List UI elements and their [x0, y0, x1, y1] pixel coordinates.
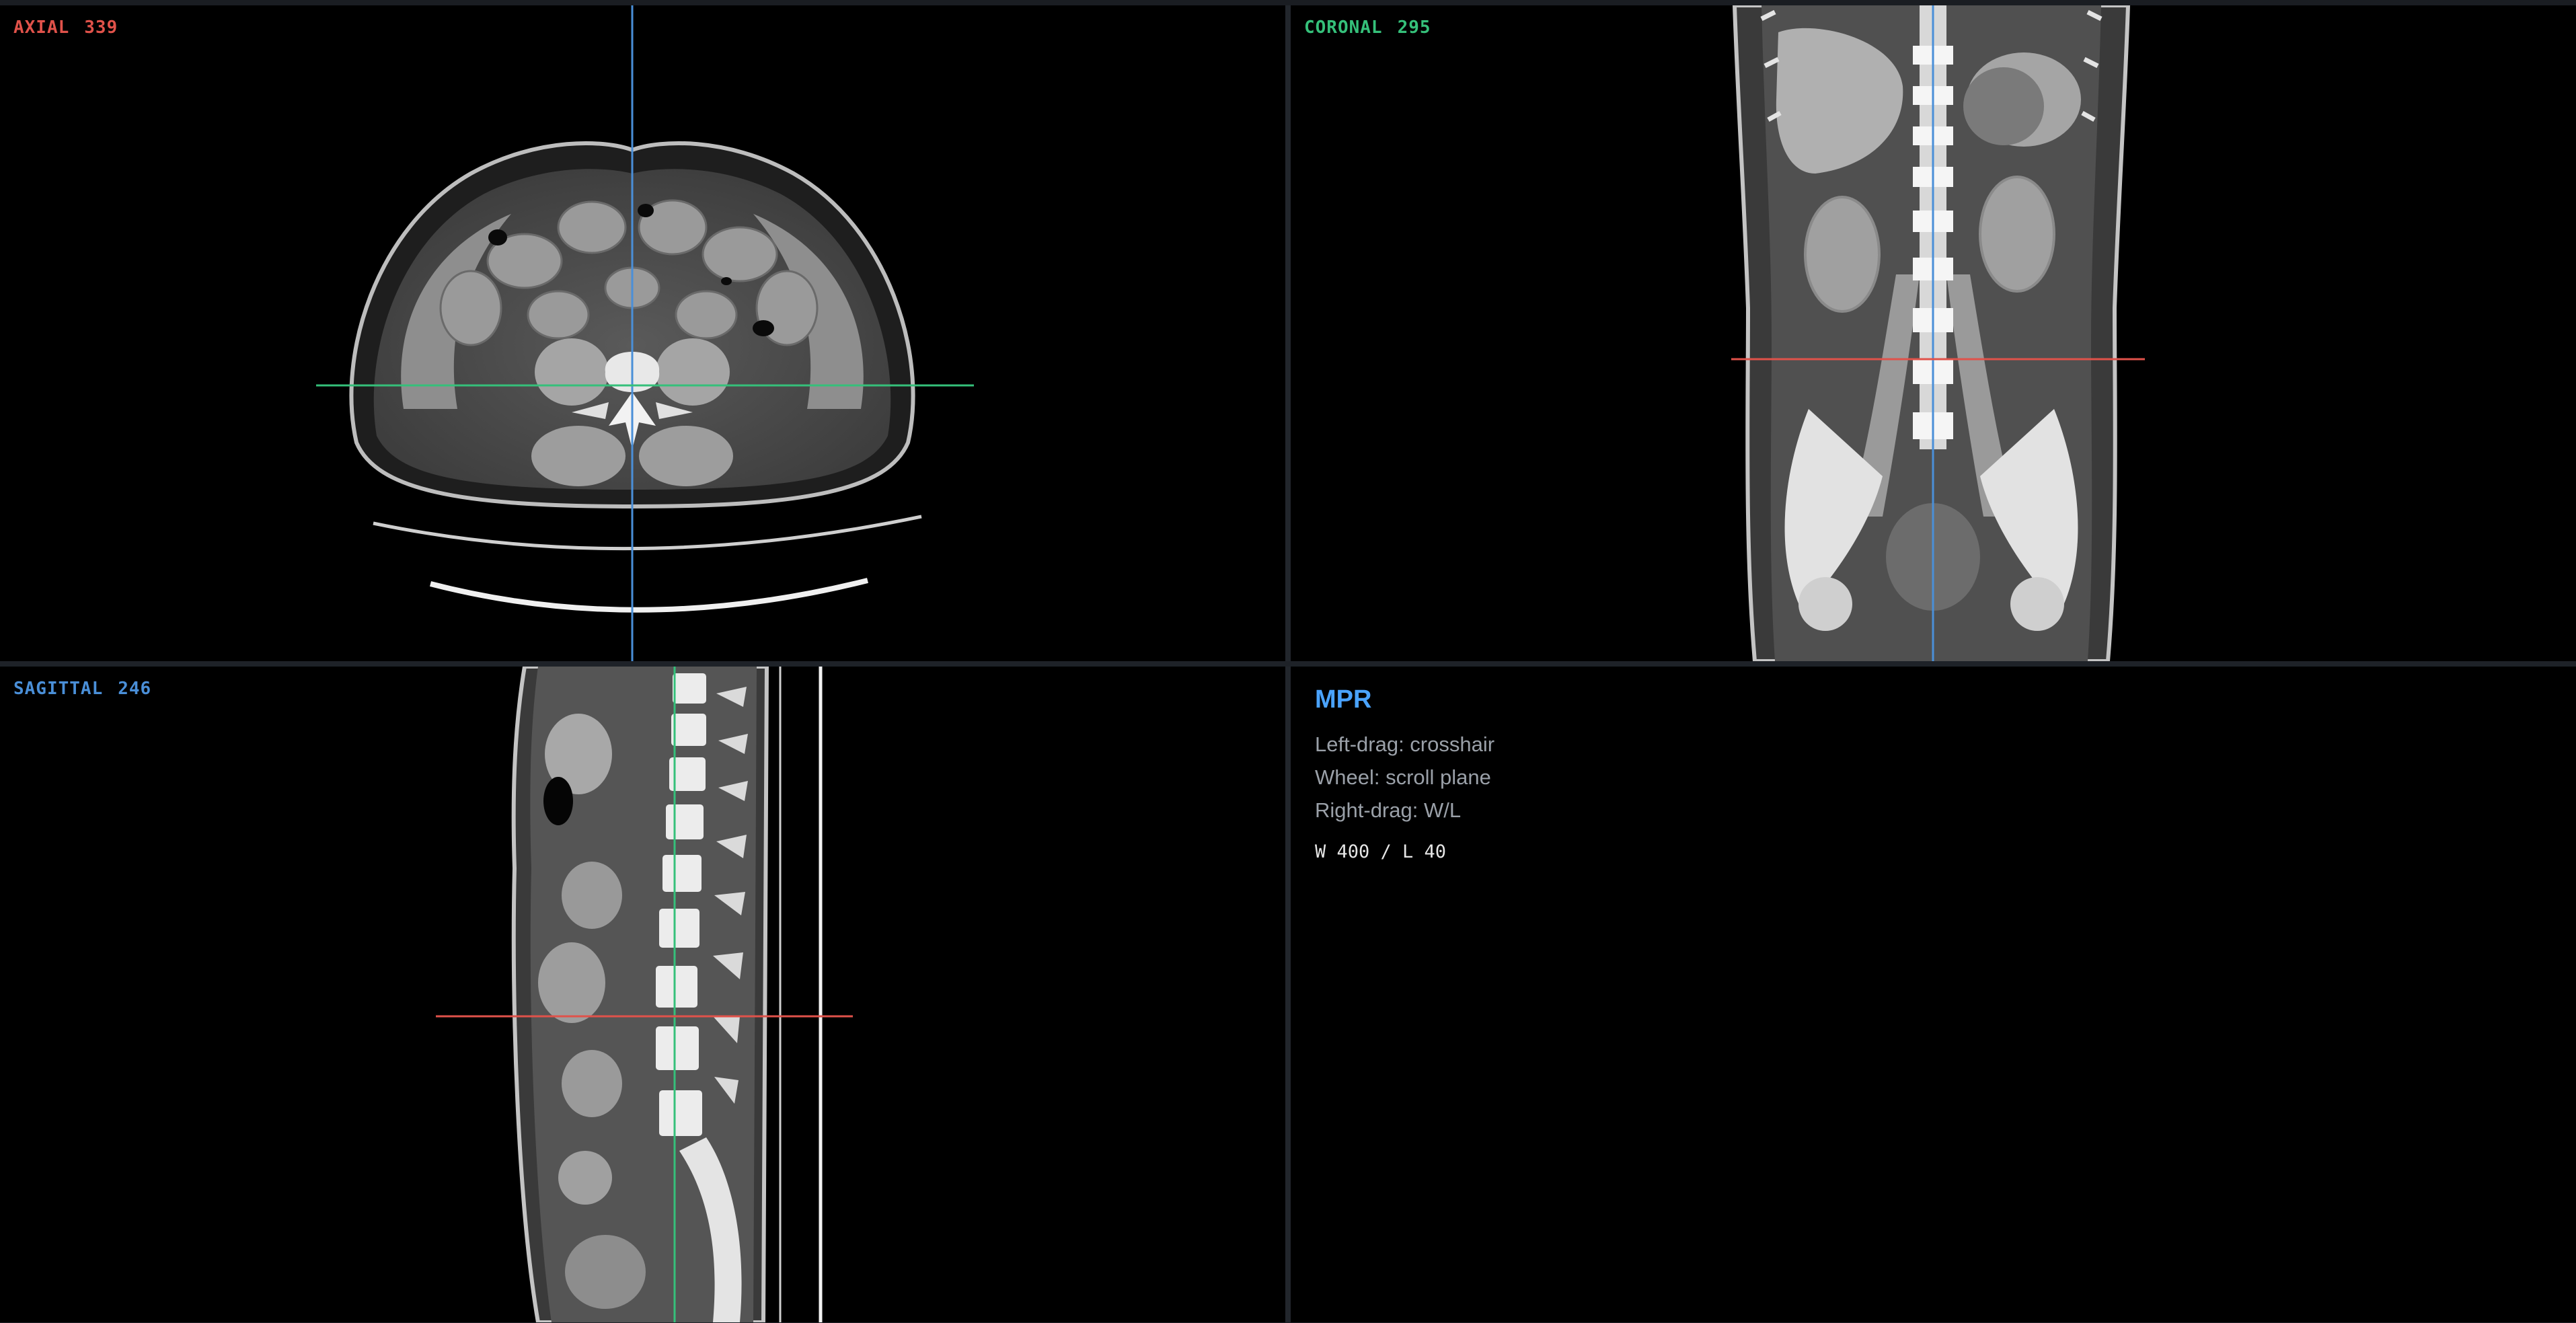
info-content: MPR Left-drag: crosshair Wheel: scroll p…: [1315, 685, 1494, 862]
axial-plane-name: AXIAL: [13, 17, 70, 38]
help-line-window-level: Right-drag: W/L: [1315, 798, 1462, 822]
sagittal-viewport[interactable]: SAGITTAL 246: [0, 667, 1288, 1322]
sagittal-label: SAGITTAL 246: [13, 679, 151, 699]
sagittal-plane-name: SAGITTAL: [13, 679, 104, 699]
axial-label: AXIAL 339: [13, 17, 118, 38]
panel-title: MPR: [1315, 685, 1372, 714]
axial-slice-number: 339: [84, 17, 118, 38]
axial-ct-image[interactable]: [0, 5, 1288, 661]
help-line-scroll: Wheel: scroll plane: [1315, 765, 1491, 789]
coronal-viewport[interactable]: CORONAL 295: [1288, 5, 2576, 661]
mpr-viewer-grid: AXIAL 339 CORONAL 295 SAGITTAL 246 MPR L…: [0, 5, 2576, 1323]
sagittal-slice-number: 246: [118, 679, 152, 699]
coronal-ct-image[interactable]: [1291, 5, 2576, 661]
coronal-plane-name: CORONAL: [1304, 17, 1383, 38]
coronal-label: CORONAL 295: [1304, 17, 1431, 38]
mpr-info-panel: MPR Left-drag: crosshair Wheel: scroll p…: [1288, 667, 2576, 1322]
sagittal-ct-image[interactable]: [0, 667, 1288, 1322]
help-line-crosshair: Left-drag: crosshair: [1315, 732, 1495, 756]
axial-viewport[interactable]: AXIAL 339: [0, 5, 1288, 661]
coronal-slice-number: 295: [1397, 17, 1431, 38]
window-level-readout: W 400 / L 40: [1315, 841, 1447, 862]
